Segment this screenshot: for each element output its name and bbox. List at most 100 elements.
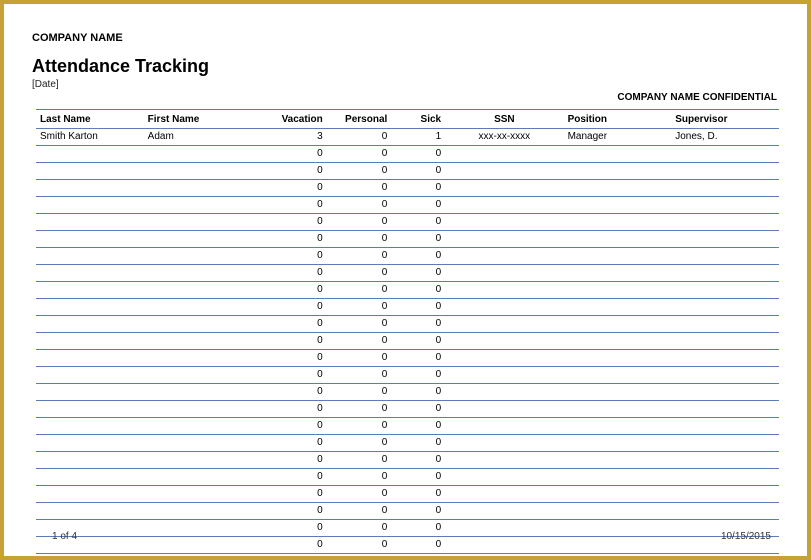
cell-vacation: 0: [262, 503, 327, 520]
cell-position: [564, 299, 672, 316]
cell-ssn: [445, 503, 563, 520]
cell-first-name: [144, 299, 262, 316]
company-name: COMPANY NAME: [32, 32, 787, 44]
cell-personal: 0: [327, 299, 392, 316]
cell-personal: 0: [327, 435, 392, 452]
cell-position: [564, 384, 672, 401]
cell-position: [564, 282, 672, 299]
cell-last-name: [36, 367, 144, 384]
cell-vacation: 0: [262, 435, 327, 452]
page-title: Attendance Tracking: [32, 56, 787, 77]
cell-sick: 0: [391, 435, 445, 452]
cell-last-name: [36, 469, 144, 486]
cell-sick: 0: [391, 486, 445, 503]
table-row: 000: [36, 197, 779, 214]
cell-last-name: [36, 333, 144, 350]
cell-position: [564, 333, 672, 350]
col-header-sick: Sick: [391, 110, 445, 129]
cell-personal: 0: [327, 350, 392, 367]
cell-position: Manager: [564, 129, 672, 146]
cell-ssn: [445, 316, 563, 333]
table-row: 000: [36, 401, 779, 418]
cell-supervisor: [671, 231, 779, 248]
document-content: COMPANY NAME Attendance Tracking [Date] …: [4, 4, 807, 554]
cell-ssn: [445, 350, 563, 367]
cell-first-name: [144, 214, 262, 231]
cell-ssn: [445, 180, 563, 197]
cell-vacation: 0: [262, 350, 327, 367]
cell-first-name: Adam: [144, 129, 262, 146]
cell-first-name: [144, 503, 262, 520]
cell-ssn: [445, 265, 563, 282]
cell-last-name: [36, 282, 144, 299]
table-row: 000: [36, 248, 779, 265]
cell-sick: 0: [391, 299, 445, 316]
cell-last-name: [36, 316, 144, 333]
table-row: 000: [36, 265, 779, 282]
cell-first-name: [144, 418, 262, 435]
cell-first-name: [144, 333, 262, 350]
cell-sick: 0: [391, 333, 445, 350]
cell-supervisor: [671, 248, 779, 265]
table-row: 000: [36, 299, 779, 316]
cell-first-name: [144, 316, 262, 333]
cell-position: [564, 367, 672, 384]
table-row: 000: [36, 384, 779, 401]
cell-vacation: 0: [262, 333, 327, 350]
cell-ssn: [445, 418, 563, 435]
cell-last-name: [36, 163, 144, 180]
cell-first-name: [144, 469, 262, 486]
cell-supervisor: [671, 299, 779, 316]
cell-ssn: [445, 401, 563, 418]
cell-vacation: 3: [262, 129, 327, 146]
cell-sick: 0: [391, 231, 445, 248]
cell-last-name: [36, 486, 144, 503]
cell-sick: 0: [391, 146, 445, 163]
cell-ssn: [445, 163, 563, 180]
footer-date: 10/15/2015: [721, 531, 771, 542]
header-row: Last Name First Name Vacation Personal S…: [36, 110, 779, 129]
col-header-first-name: First Name: [144, 110, 262, 129]
attendance-table-wrap: Last Name First Name Vacation Personal S…: [36, 109, 779, 554]
cell-position: [564, 214, 672, 231]
cell-supervisor: [671, 435, 779, 452]
cell-position: [564, 248, 672, 265]
cell-sick: 0: [391, 282, 445, 299]
cell-supervisor: [671, 418, 779, 435]
cell-supervisor: [671, 333, 779, 350]
cell-supervisor: [671, 384, 779, 401]
cell-last-name: [36, 435, 144, 452]
cell-personal: 0: [327, 282, 392, 299]
page-indicator: 1 of 4: [52, 531, 77, 542]
cell-first-name: [144, 367, 262, 384]
document-frame: COMPANY NAME Attendance Tracking [Date] …: [0, 0, 811, 560]
cell-vacation: 0: [262, 146, 327, 163]
cell-sick: 0: [391, 214, 445, 231]
cell-personal: 0: [327, 316, 392, 333]
cell-ssn: [445, 231, 563, 248]
cell-ssn: [445, 282, 563, 299]
col-header-position: Position: [564, 110, 672, 129]
cell-position: [564, 350, 672, 367]
cell-ssn: xxx-xx-xxxx: [445, 129, 563, 146]
cell-last-name: [36, 384, 144, 401]
cell-supervisor: [671, 486, 779, 503]
cell-supervisor: [671, 146, 779, 163]
cell-vacation: 0: [262, 316, 327, 333]
table-row: 000: [36, 316, 779, 333]
cell-supervisor: [671, 316, 779, 333]
cell-ssn: [445, 452, 563, 469]
cell-first-name: [144, 197, 262, 214]
cell-vacation: 0: [262, 163, 327, 180]
cell-vacation: 0: [262, 469, 327, 486]
cell-supervisor: [671, 350, 779, 367]
footer: 1 of 4 10/15/2015: [4, 531, 807, 542]
cell-first-name: [144, 384, 262, 401]
attendance-table: Last Name First Name Vacation Personal S…: [36, 109, 779, 554]
table-row: 000: [36, 367, 779, 384]
cell-sick: 0: [391, 163, 445, 180]
cell-last-name: [36, 146, 144, 163]
cell-supervisor: [671, 180, 779, 197]
cell-ssn: [445, 197, 563, 214]
cell-position: [564, 316, 672, 333]
